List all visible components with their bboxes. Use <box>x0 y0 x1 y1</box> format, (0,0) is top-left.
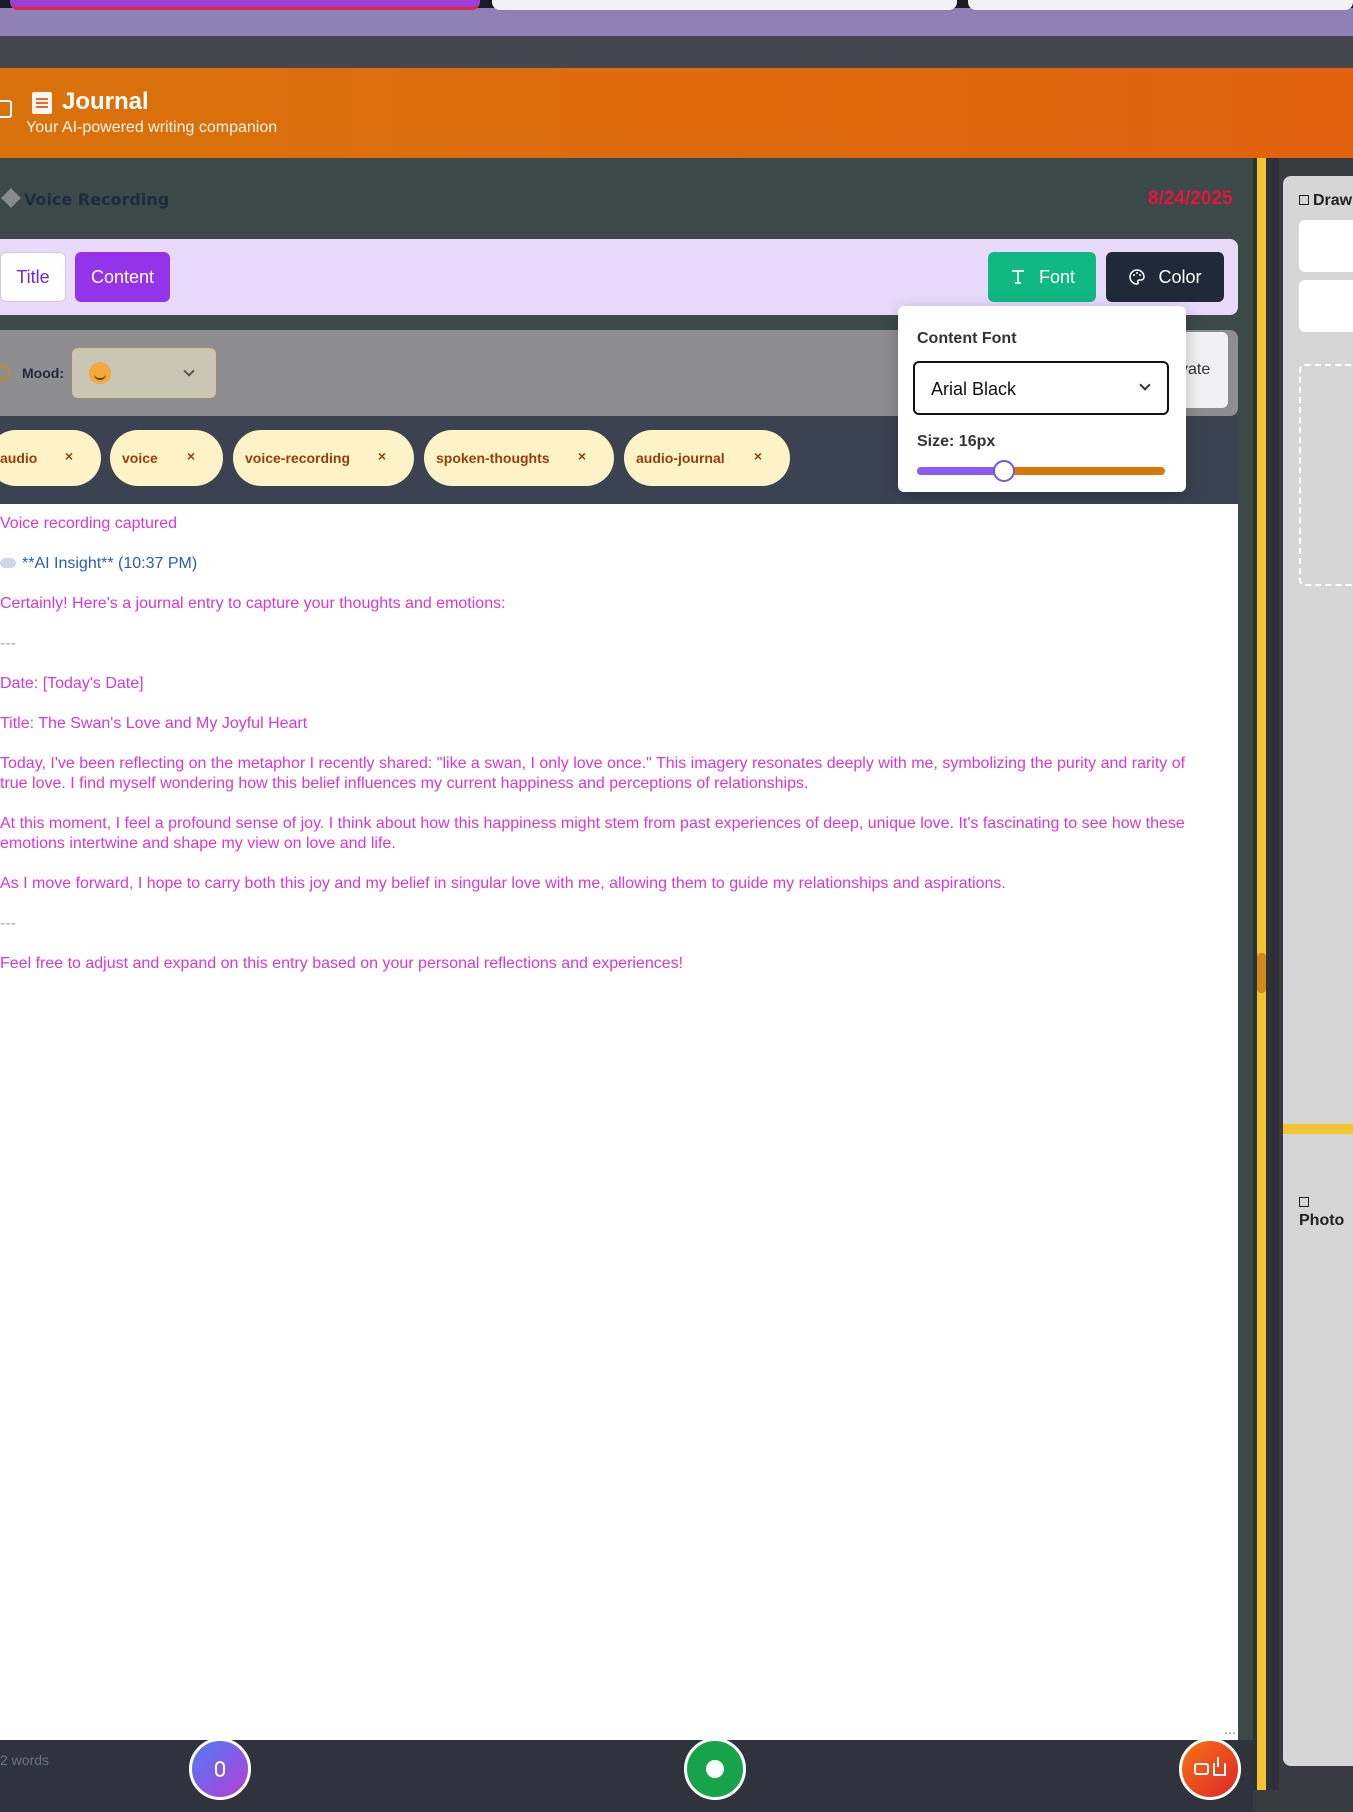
camera-icon <box>1194 1763 1209 1775</box>
tab-3[interactable] <box>968 0 1353 10</box>
remove-tag-icon[interactable]: × <box>187 448 195 464</box>
thought-bubble-icon <box>0 558 16 568</box>
mood-label: Mood: <box>22 365 64 381</box>
content-line: At this moment, I feel a profound sense … <box>0 815 1185 852</box>
content-line: Voice recording captured <box>0 515 177 532</box>
content-tab-button[interactable]: Content <box>75 252 170 302</box>
remove-tag-icon[interactable]: × <box>65 448 73 464</box>
ai-insight-text: **AI Insight** (10:37 PM) <box>22 555 198 572</box>
font-button-label: Font <box>1038 266 1076 287</box>
content-line: Title: The Swan's Love and My Joyful Hea… <box>0 715 308 732</box>
mood-select[interactable] <box>72 348 216 398</box>
voice-record-button[interactable] <box>189 1738 251 1800</box>
font-popover: Content Font Arial Black Size: 16px <box>898 306 1186 492</box>
tag-chip: voice × <box>110 430 223 486</box>
entry-date: 8/24/2025 <box>1148 188 1233 209</box>
color-button[interactable]: Color <box>1106 252 1224 302</box>
content-font-label: Content Font <box>917 330 1017 347</box>
tag-chip: audio-journal × <box>624 430 790 486</box>
app-header: Journal Your AI-powered writing companio… <box>0 68 1353 158</box>
tag-label: audio-journal <box>636 450 725 466</box>
photo-upload-button[interactable] <box>1179 1738 1241 1800</box>
microphone-icon <box>215 1761 225 1777</box>
panel-resize-divider[interactable] <box>1253 158 1279 1790</box>
section-label: Voice Recording <box>1 188 170 209</box>
tag-label: voice-recording <box>245 450 351 466</box>
content-line: Date: [Today's Date] <box>0 675 144 692</box>
browser-tab-strip <box>0 0 1353 36</box>
content-text[interactable]: Voice recording captured **AI Insight** … <box>0 514 1215 994</box>
font-family-value: Arial Black <box>931 379 1017 399</box>
content-separator: --- <box>0 635 16 652</box>
pencil-icon <box>1299 195 1309 205</box>
palette-icon <box>1129 269 1146 285</box>
happy-emoji-icon <box>89 362 111 384</box>
font-size-slider[interactable] <box>917 460 1165 482</box>
drawing-field[interactable] <box>1299 220 1353 272</box>
camera-icon <box>1299 1197 1309 1207</box>
tag-label: spoken-thoughts <box>436 450 550 466</box>
font-family-select[interactable]: Arial Black <box>913 361 1169 415</box>
photos-panel-title: Photo <box>1299 1194 1353 1230</box>
content-line: As I move forward, I hope to carry both … <box>0 875 1006 892</box>
backdrop-band <box>0 36 1353 68</box>
font-size-label: Size: 16px <box>917 433 996 450</box>
title-tab-button[interactable]: Title <box>0 252 66 302</box>
tab-active[interactable] <box>10 0 480 10</box>
content-line: Today, I've been reflecting on the metap… <box>0 755 1186 792</box>
content-editor[interactable]: Voice recording captured **AI Insight** … <box>0 504 1238 1740</box>
resize-handle-icon[interactable]: ⋯ <box>1224 1726 1236 1740</box>
drawing-field[interactable] <box>1299 280 1353 332</box>
photos-title-text: Photo <box>1299 1212 1345 1229</box>
content-separator: --- <box>0 915 16 932</box>
drawing-title-text: Draw <box>1313 192 1353 209</box>
smile-icon <box>0 365 10 381</box>
remove-tag-icon[interactable]: × <box>378 448 386 464</box>
slider-fill <box>917 467 1004 475</box>
remove-tag-icon[interactable]: × <box>578 448 586 464</box>
slider-thumb[interactable] <box>992 460 1015 482</box>
font-button[interactable]: Font <box>988 252 1096 302</box>
tab-2[interactable] <box>492 0 957 10</box>
color-button-label: Color <box>1158 266 1202 287</box>
tag-label: voice <box>122 450 158 466</box>
drawing-panel-title: Draw <box>1299 192 1352 210</box>
chevron-down-icon <box>183 365 195 377</box>
page-subtitle: Your AI-powered writing companion <box>26 119 278 136</box>
ai-insight-line: **AI Insight** (10:37 PM) <box>0 554 1215 574</box>
microphone-icon <box>1 188 21 208</box>
back-icon[interactable] <box>0 100 12 118</box>
side-panel: Draw Photo <box>1283 176 1353 1766</box>
drawing-dropzone[interactable] <box>1299 364 1353 586</box>
divider-grip[interactable] <box>1257 953 1266 993</box>
panel-separator <box>1283 1124 1353 1134</box>
editor-toolbar: Title Content Font Color <box>0 239 1238 315</box>
record-button[interactable] <box>684 1738 746 1800</box>
section-label-text: Voice Recording <box>24 190 170 209</box>
editor-footer <box>0 1740 1253 1812</box>
content-line: Certainly! Here's a journal entry to cap… <box>0 595 506 612</box>
font-icon <box>1011 270 1024 284</box>
tag-chip: spoken-thoughts × <box>424 430 614 486</box>
chevron-down-icon <box>1139 379 1151 391</box>
remove-tag-icon[interactable]: × <box>754 448 762 464</box>
record-dot-icon <box>706 1760 724 1778</box>
upload-icon <box>1213 1756 1226 1776</box>
journal-doc-icon <box>32 92 52 114</box>
photos-panel: Photo <box>1283 1136 1353 1766</box>
page-title: Journal <box>62 88 149 115</box>
tag-chip: audio × <box>0 430 101 486</box>
content-line: Feel free to adjust and expand on this e… <box>0 955 684 972</box>
tag-label: audio <box>0 450 38 466</box>
word-count: 2 words <box>0 1752 50 1768</box>
tag-chip: voice-recording × <box>233 430 414 486</box>
